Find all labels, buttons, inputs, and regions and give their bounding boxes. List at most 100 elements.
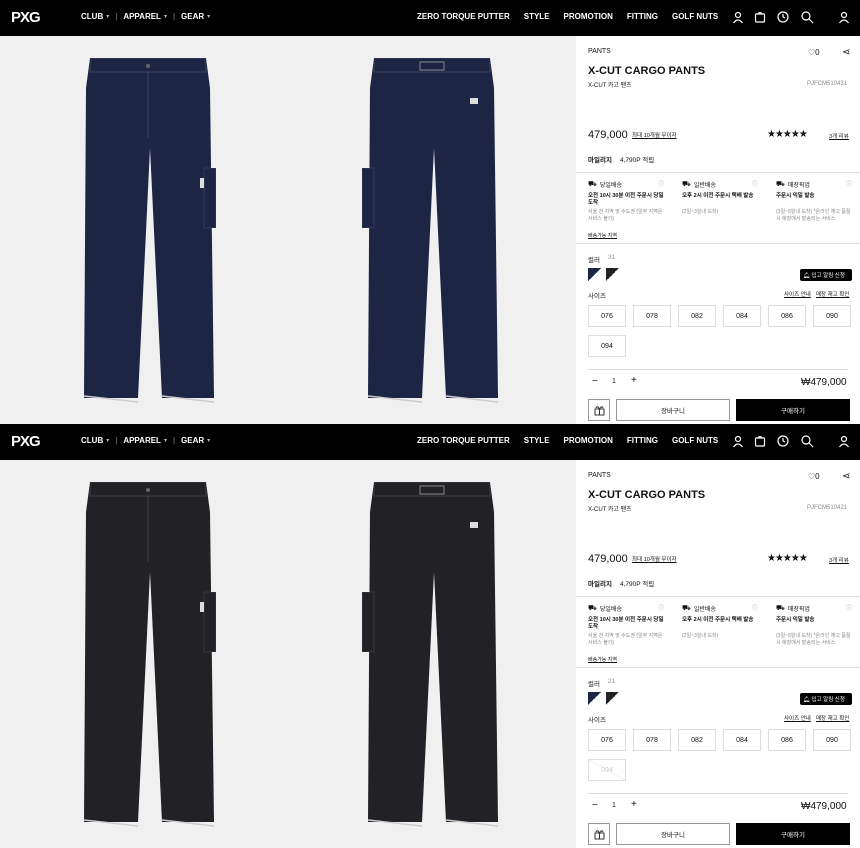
size-option[interactable]: 082 [678,305,716,327]
product-info: PANTS ♡0 ⋖ X-CUT CARGO PANTS X-CUT 카고 팬츠 PJFC… [576,36,860,424]
bag-icon[interactable] [753,434,767,448]
help-icon[interactable]: ⓘ [752,603,758,612]
size-guide-link[interactable]: 사이즈 안내 [784,290,811,298]
nav-item[interactable]: GEAR [181,436,204,445]
color-swatch[interactable] [606,268,619,281]
qty-value[interactable]: 1 [612,802,616,809]
buy-button[interactable]: 구매하기 [736,399,850,421]
nav-item[interactable]: APPAREL [123,12,161,21]
account-icon[interactable] [837,10,851,24]
truck-icon: ⛟ [682,605,691,612]
buy-button[interactable]: 구매하기 [736,823,850,845]
product-images [0,460,576,848]
nav-separator: | [115,436,118,445]
help-icon[interactable]: ⓘ [846,179,852,188]
delivery-option: ⛟ 일반배송 ⓘ 오후 2시 이전 주문시 택배 발송 (2일~3일내 도착) [670,601,762,665]
color-swatch[interactable] [606,692,619,705]
nav-item[interactable]: GEAR [181,12,204,21]
history-icon[interactable] [776,434,790,448]
account-icon[interactable] [837,434,851,448]
size-option[interactable]: 094 [588,335,626,357]
nav-item[interactable]: APPAREL [123,436,161,445]
help-icon[interactable]: ⓘ [658,179,664,188]
nav-item[interactable]: FITTING [627,12,658,21]
search-icon[interactable] [800,10,814,24]
size-option[interactable]: 084 [723,729,761,751]
size-option[interactable]: 090 [813,305,851,327]
nav-item[interactable]: STYLE [524,12,550,21]
product-subtitle: X-CUT 카고 팬츠 [588,507,632,513]
size-option[interactable]: 076 [588,305,626,327]
review-link[interactable]: 3개 리뷰 [829,556,849,564]
product-info: PANTS ♡0 ⋖ X-CUT CARGO PANTS X-CUT 카고 팬츠 PJFC… [576,460,860,848]
delivery-main: 오전 10시 30분 이전 주문시 당일도착 [588,193,664,206]
delivery-main: 오전 10시 30분 이전 주문시 당일도착 [588,617,664,630]
nav-item[interactable]: STYLE [524,436,550,445]
color-swatch[interactable] [588,268,601,281]
delivery-area-link[interactable]: 배송가능 지역 [588,232,617,239]
nav-item[interactable]: CLUB [81,12,103,21]
installment-link[interactable]: 최대 10개월 무이자 [632,131,677,139]
delivery-note: (2일~3일내 도착) [682,209,719,215]
user-icon[interactable] [731,10,745,24]
nav-separator: | [172,12,176,21]
qty-decrease-button[interactable]: − [592,800,598,811]
nav-item[interactable]: PROMOTION [564,12,613,21]
delivery-main: 주문시 익일 발송 [776,193,815,199]
help-icon[interactable]: ⓘ [752,179,758,188]
size-option[interactable]: 086 [768,729,806,751]
gift-icon[interactable] [588,399,610,421]
color-swatch[interactable] [588,692,601,705]
gift-icon[interactable] [588,823,610,845]
help-icon[interactable]: ⓘ [846,603,852,612]
nav-item[interactable]: ZERO TORQUE PUTTER [417,12,510,21]
logo[interactable]: PXG [11,9,41,26]
size-option[interactable]: 076 [588,729,626,751]
installment-link[interactable]: 최대 10개월 무이자 [632,555,677,563]
share-icon[interactable]: ⋖ [842,47,850,58]
size-option[interactable]: 090 [813,729,851,751]
delivery-note: 서울 전 지역 및 수도권 (일부 지역은 서비스 불가) [588,633,663,646]
nav-item[interactable]: PROMOTION [564,436,613,445]
nav-item[interactable]: GOLF NUTS [672,436,718,445]
size-option[interactable]: 094 [588,759,626,781]
nav-item[interactable]: FITTING [627,436,658,445]
size-option[interactable]: 078 [633,729,671,751]
price: 479,000 [588,553,628,565]
help-icon[interactable]: ⓘ [658,603,664,612]
nav-item[interactable]: CLUB [81,436,103,445]
logo[interactable]: PXG [11,433,41,450]
size-guide-link[interactable]: 사이즈 안내 [784,714,811,722]
size-option[interactable]: 086 [768,305,806,327]
review-link[interactable]: 3개 리뷰 [829,132,849,140]
qty-value[interactable]: 1 [612,378,616,385]
cart-button[interactable]: 장바구니 [616,823,730,845]
product-code: PJFCM510431 [807,81,848,87]
stock-check-link[interactable]: 매장 재고 확인 [816,714,849,722]
stock-check-link[interactable]: 매장 재고 확인 [816,290,849,298]
user-icon[interactable] [731,434,745,448]
restock-alarm-button[interactable]: 🔔︎ 입고 알림 신청 [800,693,852,705]
cart-button[interactable]: 장바구니 [616,399,730,421]
wish-button[interactable]: ♡0 [808,48,820,57]
nav-item[interactable]: ZERO TORQUE PUTTER [417,436,510,445]
restock-alarm-button[interactable]: 🔔︎ 입고 알림 신청 [800,269,852,281]
qty-increase-button[interactable]: + [631,375,637,386]
size-option[interactable]: 082 [678,729,716,751]
history-icon[interactable] [776,10,790,24]
nav-item[interactable]: GOLF NUTS [672,12,718,21]
product-subtitle: X-CUT 카고 팬츠 [588,83,632,89]
bag-icon[interactable] [753,10,767,24]
delivery-note: (2일~3일내 도착) [682,633,719,639]
qty-decrease-button[interactable]: − [592,376,598,387]
search-icon[interactable] [800,434,814,448]
rating-stars: ★★★★★ [767,129,808,140]
qty-increase-button[interactable]: + [631,799,637,810]
share-icon[interactable]: ⋖ [842,471,850,482]
delivery-title: 일반배송 [693,183,716,189]
wish-button[interactable]: ♡0 [808,472,820,481]
delivery-area-link[interactable]: 배송가능 지역 [588,656,617,663]
delivery-title: 당일배송 [599,183,622,189]
size-option[interactable]: 084 [723,305,761,327]
size-option[interactable]: 078 [633,305,671,327]
